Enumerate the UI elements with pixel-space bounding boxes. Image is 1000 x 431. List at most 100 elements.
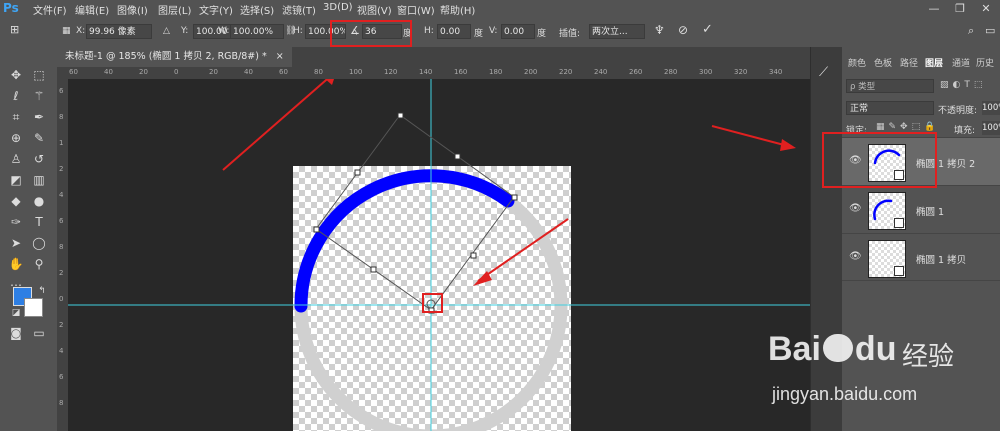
properties-icon[interactable]: ⟋ [819, 65, 828, 80]
lock-icons[interactable]: ▦✎✥⬚🔒 [876, 122, 939, 132]
opacity-label: 不透明度: [938, 106, 978, 116]
hand-tool-icon[interactable]: ✋ [8, 256, 24, 272]
tab-color[interactable]: 颜色 [848, 56, 866, 69]
ruler-tick-label: 340 [769, 68, 783, 76]
tab-channels[interactable]: 通道 [952, 56, 970, 69]
ruler-tick-label: 320 [734, 68, 748, 76]
visibility-eye-icon[interactable]: 👁 [849, 251, 862, 262]
lasso-tool-icon[interactable]: ℓ [8, 88, 24, 104]
ruler-tick-label: 60 [69, 68, 78, 76]
healing-brush-icon[interactable]: ⊕ [8, 130, 24, 146]
workspace-icon[interactable]: ▭ [985, 24, 995, 37]
warp-icon[interactable]: ♆ [654, 23, 665, 37]
brush-tool-icon[interactable]: ✎ [31, 130, 47, 146]
ruler-tick-label: 2 [59, 321, 64, 329]
cancel-transform-icon[interactable]: ⊘ [678, 23, 688, 37]
hskew-field[interactable]: 0.00 [437, 24, 471, 39]
tab-layers[interactable]: 图层 [925, 56, 943, 69]
w-label: W: [218, 26, 230, 36]
menu-3d[interactable]: 3D(D) [323, 2, 353, 13]
menu-edit[interactable]: 编辑(E) [75, 2, 109, 17]
delta-icon[interactable]: △ [163, 26, 170, 36]
app-logo: Ps [3, 1, 19, 15]
maximize-button[interactable]: ❐ [947, 0, 973, 17]
background-color-swatch[interactable] [24, 298, 43, 317]
canvas-workspace[interactable] [68, 79, 810, 431]
layer-row-2[interactable]: 👁 椭圆 1 [842, 185, 1000, 233]
interpolation-select[interactable]: 两次立... [589, 24, 645, 39]
tab-swatches[interactable]: 色板 [874, 56, 892, 69]
opacity-field[interactable]: 100% [982, 101, 1000, 115]
menu-select[interactable]: 选择(S) [240, 2, 274, 17]
ruler-tick-label: 280 [664, 68, 678, 76]
transform-handle[interactable] [313, 226, 320, 233]
clone-stamp-icon[interactable]: ♙ [8, 151, 24, 167]
menu-window[interactable]: 窗口(W) [397, 2, 435, 17]
menu-view[interactable]: 视图(V) [357, 2, 392, 17]
document-tab[interactable]: 未标题-1 @ 185% (椭圆 1 拷贝 2, RGB/8#) * × [57, 47, 292, 67]
menu-type[interactable]: 文字(Y) [199, 2, 233, 17]
type-tool-icon[interactable]: T [31, 214, 47, 230]
swap-colors-icon[interactable]: ↰ [34, 283, 50, 299]
pen-tool-icon[interactable]: ✑ [8, 214, 24, 230]
menu-image[interactable]: 图像(I) [117, 2, 148, 17]
tab-history[interactable]: 历史 [976, 56, 994, 69]
screen-mode-icon[interactable]: ▭ [31, 325, 47, 341]
menu-layer[interactable]: 图层(L) [158, 2, 191, 17]
marquee-tool-icon[interactable]: ⬚ [31, 67, 47, 83]
visibility-eye-icon[interactable]: 👁 [849, 203, 862, 214]
baidu-watermark: Bai du 经验 jingyan.baidu.com [760, 322, 1000, 431]
ruler-tick-label: 1 [59, 139, 64, 147]
transform-handle[interactable] [370, 266, 377, 273]
layer-highlight-box [822, 132, 937, 188]
eraser-tool-icon[interactable]: ◩ [8, 172, 24, 188]
layer-row-3[interactable]: 👁 椭圆 1 拷贝 [842, 233, 1000, 281]
interpolation-label: 插值: [559, 29, 581, 39]
vskew-unit: 度 [537, 29, 547, 39]
close-tab-icon[interactable]: × [276, 51, 284, 62]
layer-filter-icons[interactable]: ▨◐T⬚ [940, 80, 986, 90]
layer-filter-select[interactable]: ρ 类型 [846, 79, 934, 93]
search-icon[interactable]: ⌕ [968, 24, 974, 38]
menu-file[interactable]: 文件(F) [33, 2, 67, 17]
menu-help[interactable]: 帮助(H) [440, 2, 475, 17]
commit-transform-icon[interactable]: ✓ [702, 22, 713, 37]
layer-name[interactable]: 椭圆 1 拷贝 [916, 252, 966, 266]
layer-name[interactable]: 椭圆 1 [916, 204, 944, 218]
reference-point-icon[interactable]: ▦ [62, 26, 71, 36]
default-colors-icon[interactable]: ◪ [8, 305, 24, 321]
transform-handle[interactable] [511, 194, 518, 201]
minimize-button[interactable]: — [921, 0, 947, 17]
x-field[interactable]: 99.96 像素 [86, 24, 152, 39]
move-tool-icon[interactable]: ✥ [8, 67, 24, 83]
blend-mode-select[interactable]: 正常 [846, 101, 934, 115]
fill-field[interactable]: 100% [982, 121, 1000, 135]
vskew-field[interactable]: 0.00 [501, 24, 535, 39]
close-button[interactable]: ✕ [973, 0, 999, 17]
transform-handle[interactable] [470, 252, 477, 259]
magic-wand-icon[interactable]: ⚚ [31, 88, 47, 104]
eyedropper-icon[interactable]: ✒ [31, 109, 47, 125]
blur-tool-icon[interactable]: ◆ [8, 193, 24, 209]
w-field[interactable]: 100.00% [230, 24, 284, 39]
history-brush-icon[interactable]: ↺ [31, 151, 47, 167]
tools-panel: ✥ ⬚ ℓ ⚚ ⌗ ✒ ⊕ ✎ ♙ ↺ ◩ ▥ ◆ ● ✑ T ➤ ◯ ✋ ⚲ … [0, 47, 58, 431]
transform-handle[interactable] [454, 153, 461, 160]
ellipse-tool-icon[interactable]: ◯ [31, 235, 47, 251]
path-selection-icon[interactable]: ➤ [8, 235, 24, 251]
ruler-tick-label: 0 [59, 295, 64, 303]
menu-filter[interactable]: 滤镜(T) [282, 2, 316, 17]
zoom-tool-icon[interactable]: ⚲ [31, 256, 47, 272]
gradient-tool-icon[interactable]: ▥ [31, 172, 47, 188]
ruler-tick-label: 120 [384, 68, 398, 76]
transform-handle[interactable] [354, 169, 361, 176]
crop-tool-icon[interactable]: ⌗ [8, 109, 24, 125]
dodge-tool-icon[interactable]: ● [31, 193, 47, 209]
tab-paths[interactable]: 路径 [900, 56, 918, 69]
quick-mask-icon[interactable]: ◙ [8, 325, 24, 341]
document-tab-title: 未标题-1 @ 185% (椭圆 1 拷贝 2, RGB/8#) * [65, 51, 267, 62]
ruler-tick-label: 180 [489, 68, 503, 76]
transform-handle[interactable] [397, 112, 404, 119]
hskew-label: H: [424, 26, 434, 36]
ruler-tick-label: 8 [59, 399, 64, 407]
